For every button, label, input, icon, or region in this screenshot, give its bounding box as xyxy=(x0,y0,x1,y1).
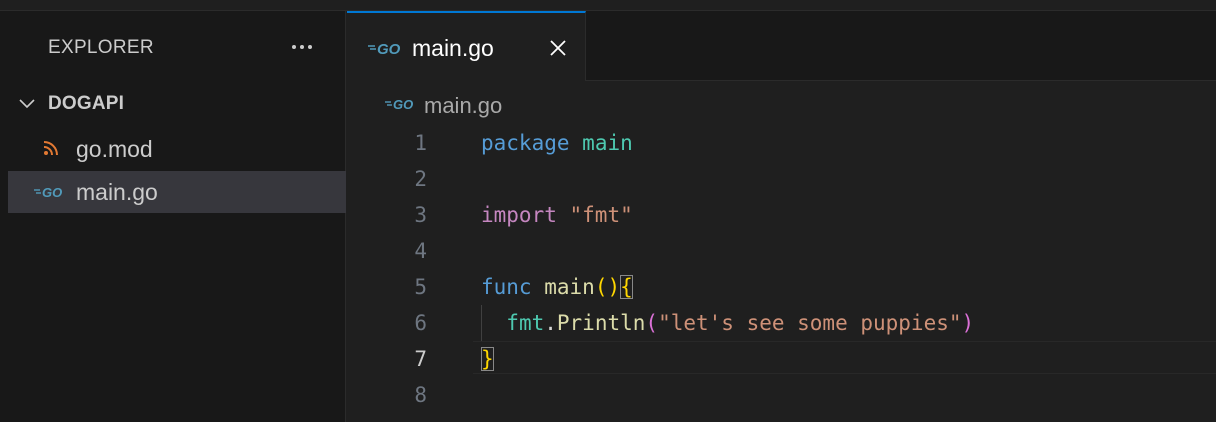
current-line-highlight xyxy=(473,341,1216,374)
code-line[interactable]: 7} xyxy=(347,341,1216,377)
line-number: 3 xyxy=(414,203,427,227)
code-text: fmt.Println("let's see some puppies") xyxy=(481,311,974,335)
code-token: package xyxy=(481,131,570,155)
code-line[interactable]: 2 xyxy=(347,161,1216,197)
code-token: main xyxy=(582,131,633,155)
breadcrumb: GO main.go xyxy=(347,82,1216,122)
code-line[interactable]: 1 package main xyxy=(347,125,1216,161)
explorer-header: EXPLORER xyxy=(8,11,346,83)
code-line[interactable]: 4 xyxy=(347,233,1216,269)
rss-icon xyxy=(43,141,58,156)
breadcrumb-item-main-go[interactable]: main.go xyxy=(424,93,502,119)
svg-text:GO: GO xyxy=(377,41,401,56)
code-token: Println xyxy=(556,311,646,335)
chevron-down-icon xyxy=(19,99,35,109)
line-number: 6 xyxy=(414,311,427,335)
code-line[interactable]: 6 fmt.Println("let's see some puppies") xyxy=(347,305,1216,341)
file-name: main.go xyxy=(76,179,158,205)
line-number: 1 xyxy=(414,131,427,155)
close-icon[interactable] xyxy=(547,37,569,59)
svg-text:GO: GO xyxy=(393,97,413,111)
code-token: "let's see some puppies" xyxy=(658,311,962,335)
ellipsis-icon[interactable] xyxy=(284,33,320,61)
file-item-go-mod[interactable]: go.mod xyxy=(8,128,346,170)
code-token: import xyxy=(481,203,557,227)
code-token: func xyxy=(481,275,532,299)
code-token: "fmt" xyxy=(569,203,633,227)
code-line[interactable]: 3 import "fmt" xyxy=(347,197,1216,233)
code-text: func main(){ xyxy=(481,275,633,299)
code-token: . xyxy=(544,311,557,335)
code-token: main xyxy=(544,275,595,299)
tab-main-go[interactable]: GO main.go xyxy=(347,11,586,81)
title-bar-strip xyxy=(0,0,1216,11)
line-number: 4 xyxy=(414,239,427,263)
go-icon: GO xyxy=(385,97,413,111)
line-number: 2 xyxy=(414,167,427,191)
code-line[interactable]: 8 xyxy=(347,377,1216,413)
folder-dogapi[interactable]: DOGAPI xyxy=(8,91,346,119)
line-number: 7 xyxy=(414,347,427,371)
svg-text:GO: GO xyxy=(42,185,62,199)
code-token: ) xyxy=(961,311,975,335)
code-token: ( xyxy=(645,311,659,335)
line-number: 8 xyxy=(414,383,427,407)
go-icon: GO xyxy=(368,41,401,56)
folder-label: DOGAPI xyxy=(48,93,125,114)
code-token: fmt xyxy=(506,311,545,335)
editor-tab-bar: GO main.go xyxy=(347,11,1216,81)
activity-bar-edge xyxy=(0,11,8,422)
go-icon: GO xyxy=(34,185,62,199)
file-item-main-go[interactable]: GO main.go xyxy=(8,171,346,213)
code-editor[interactable]: 1 package main 2 3 import "fmt" 4 5 func main()… xyxy=(347,125,1216,422)
code-text: package main xyxy=(481,131,633,155)
explorer-title: EXPLORER xyxy=(48,37,154,58)
file-name: go.mod xyxy=(76,136,153,162)
explorer-sidebar: EXPLORER DOGAPI go.mod GO main.go xyxy=(8,11,346,422)
code-token: () xyxy=(594,275,621,299)
code-line[interactable]: 5 func main(){ xyxy=(347,269,1216,305)
tab-label: main.go xyxy=(412,35,494,61)
code-token: } xyxy=(481,347,494,371)
code-text: } xyxy=(481,347,494,371)
line-number: 5 xyxy=(414,275,427,299)
code-text: import "fmt" xyxy=(481,203,633,227)
code-token: { xyxy=(620,275,633,299)
